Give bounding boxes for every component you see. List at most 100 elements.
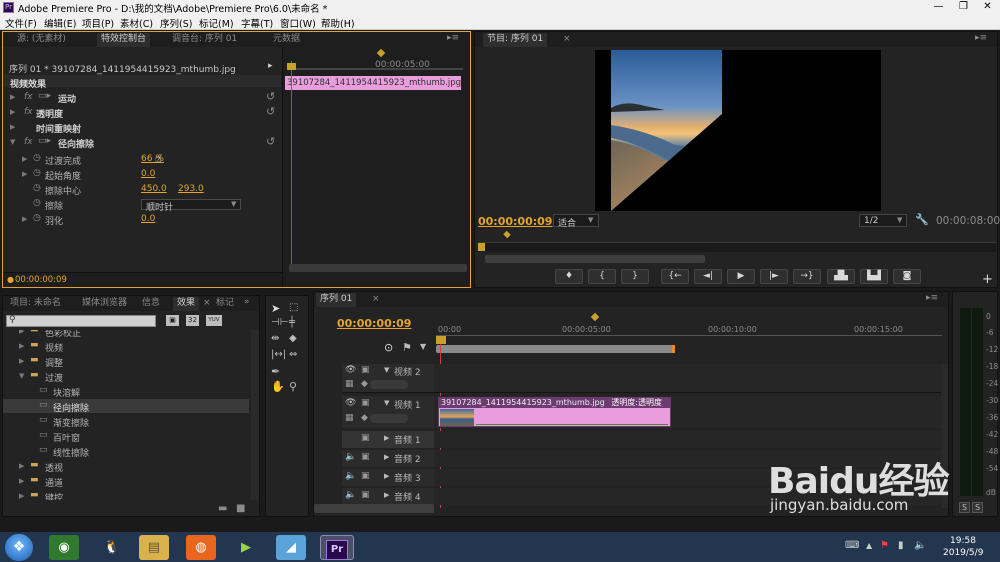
- tree-item-transition[interactable]: ▼ ▬ 过渡: [3, 369, 249, 384]
- tray-keyboard-icon[interactable]: ⌨: [845, 540, 859, 551]
- speaker-icon[interactable]: 🔈: [345, 490, 356, 500]
- tree-item-keying[interactable]: ▶ ▬ 键控: [3, 489, 249, 500]
- maximize-icon[interactable]: ❐: [951, 0, 976, 15]
- track-area-audio-1[interactable]: [434, 431, 942, 448]
- go-to-in-button[interactable]: {←: [661, 269, 689, 284]
- expand-arrow-icon[interactable]: ▶: [10, 108, 15, 116]
- reset-icon[interactable]: ↺: [266, 90, 275, 103]
- fx-badge[interactable]: fx: [24, 92, 33, 102]
- param-value[interactable]: 0.0: [141, 214, 155, 224]
- effects-search-input[interactable]: ⚲: [6, 315, 156, 327]
- wipe-direction-select[interactable]: 顺时针 ▼: [141, 199, 241, 213]
- lock-icon[interactable]: ▣: [361, 490, 370, 500]
- timeline-timecode[interactable]: 00:00:00:09: [337, 317, 411, 330]
- tab-metadata[interactable]: 元数据: [269, 33, 304, 47]
- expand-arrow-icon[interactable]: ▶: [384, 453, 389, 461]
- playhead-line[interactable]: [291, 61, 292, 269]
- tab-project[interactable]: 项目: 未命名: [6, 297, 65, 311]
- stopwatch-icon[interactable]: ◷: [33, 213, 41, 223]
- extract-button[interactable]: ▙▟: [860, 269, 888, 284]
- tab-program[interactable]: 节目: 序列 01: [483, 33, 548, 47]
- effect-clip-bar[interactable]: 39107284_1411954415923_mthumb.jpg: [285, 76, 461, 90]
- vertical-scrollbar[interactable]: [251, 330, 259, 500]
- track-area-video-2[interactable]: [434, 364, 942, 393]
- tab-sequence[interactable]: 序列 01: [316, 293, 357, 307]
- close-icon[interactable]: ✕: [975, 0, 1000, 15]
- stopwatch-icon[interactable]: ◷: [33, 153, 41, 163]
- marker-icon[interactable]: [503, 230, 511, 239]
- tree-item-video[interactable]: ▶ ▬ 视频: [3, 339, 249, 354]
- snap-icon[interactable]: ⊙: [384, 341, 393, 354]
- resolution-select[interactable]: 1/2 ▼: [859, 214, 907, 227]
- effect-row-radial-wipe[interactable]: ▼ fx ▭▸ 径向擦除 ↺: [4, 135, 281, 150]
- zoom-scrollbar[interactable]: [485, 255, 705, 263]
- zoom-tool-icon[interactable]: ⚲: [289, 380, 297, 393]
- app-icon[interactable]: ◢: [276, 535, 306, 560]
- export-frame-button[interactable]: ◙: [893, 269, 921, 284]
- work-area-marker-icon[interactable]: [376, 48, 386, 58]
- menu-clip[interactable]: 素材(C): [120, 16, 153, 30]
- selection-tool-icon[interactable]: ➤: [271, 302, 280, 315]
- stopwatch-icon[interactable]: ◷: [33, 168, 41, 178]
- effect-row-time-remap[interactable]: ▶ 时间重映射: [4, 120, 281, 135]
- param-value[interactable]: 0.0: [141, 169, 155, 179]
- expand-arrow-icon[interactable]: ▶: [384, 491, 389, 499]
- panel-menu-icon[interactable]: ▸≡: [975, 33, 987, 43]
- work-area-bar[interactable]: [436, 345, 674, 353]
- add-button-icon[interactable]: +: [982, 272, 993, 287]
- tree-item-linear-wipe[interactable]: ▭ 线性擦除: [3, 444, 249, 459]
- keyframe-icon[interactable]: ▦: [345, 379, 354, 389]
- eye-icon[interactable]: 👁: [345, 398, 356, 408]
- speaker-icon[interactable]: 🔈: [345, 471, 356, 481]
- menu-window[interactable]: 窗口(W): [280, 16, 316, 30]
- qq-icon[interactable]: 🐧: [97, 535, 127, 560]
- tab-source[interactable]: 源: (无素材): [13, 33, 70, 47]
- play-button[interactable]: ▶: [727, 269, 755, 284]
- tree-item-block-dissolve[interactable]: ▭ 块溶解: [3, 384, 249, 399]
- tree-item-radial-wipe[interactable]: ▭ 径向擦除: [3, 399, 249, 414]
- work-area-marker-icon[interactable]: [590, 312, 600, 322]
- tray-network-icon[interactable]: ▮: [898, 540, 904, 551]
- delete-icon[interactable]: ■: [236, 503, 245, 514]
- fx-badge[interactable]: fx: [24, 137, 33, 147]
- expand-arrow-icon[interactable]: ▶: [384, 434, 389, 442]
- keyframe-nav-icon[interactable]: ◆: [361, 413, 368, 423]
- panel-menu-icon[interactable]: ▸≡: [926, 293, 938, 303]
- accelerated-effects-icon[interactable]: ▣: [166, 315, 179, 326]
- keyframe-nav-icon[interactable]: ◆: [361, 379, 368, 389]
- solo-left-button[interactable]: S: [959, 502, 970, 513]
- tab-effect-controls[interactable]: 特效控制台: [97, 33, 151, 47]
- hand-tool-icon[interactable]: ✋: [271, 380, 285, 393]
- step-back-button[interactable]: ◄|: [694, 269, 722, 284]
- menu-project[interactable]: 项目(P): [82, 16, 114, 30]
- lock-icon[interactable]: ▣: [361, 433, 370, 443]
- expand-arrow-icon[interactable]: ▼: [384, 366, 389, 374]
- lock-icon[interactable]: ▣: [361, 398, 370, 408]
- wrench-icon[interactable]: 🔧: [915, 213, 929, 226]
- set-marker-icon[interactable]: ⚑: [402, 341, 412, 354]
- menu-sequence[interactable]: 序列(S): [160, 16, 192, 30]
- clock-time[interactable]: 19:58: [950, 536, 976, 546]
- speaker-icon[interactable]: 🔈: [345, 452, 356, 462]
- tab-effects[interactable]: 效果: [173, 297, 200, 311]
- stopwatch-icon[interactable]: ◷: [33, 198, 41, 208]
- program-playhead-icon[interactable]: [478, 243, 485, 251]
- panel-menu-icon[interactable]: ▸≡: [447, 33, 459, 43]
- ripple-edit-tool-icon[interactable]: ⊣⊢: [271, 317, 288, 328]
- effect-row-opacity[interactable]: ▶ fx 透明度 ↺: [4, 105, 281, 120]
- expand-arrow-icon[interactable]: ▶: [22, 170, 27, 178]
- effect-controls-timecode[interactable]: 00:00:00:09: [15, 275, 67, 285]
- browser-360-icon[interactable]: ◉: [49, 535, 79, 560]
- expand-arrow-icon[interactable]: ▶: [22, 155, 27, 163]
- reset-icon[interactable]: ↺: [266, 135, 275, 148]
- lock-icon[interactable]: ▣: [361, 452, 370, 462]
- menu-edit[interactable]: 编辑(E): [44, 16, 76, 30]
- rolling-edit-tool-icon[interactable]: ╪: [289, 317, 295, 328]
- tab-markers[interactable]: 标记: [212, 297, 238, 311]
- track-select-tool-icon[interactable]: ⬚: [289, 302, 298, 313]
- video-clip[interactable]: 39107284_1411954415923_mthumb.jpg 透明度:透明…: [438, 397, 671, 427]
- header-scrollbar[interactable]: [314, 504, 434, 513]
- minimize-icon[interactable]: —: [926, 0, 951, 15]
- tree-item-adjust[interactable]: ▶ ▬ 调整: [3, 354, 249, 369]
- expand-arrow-icon[interactable]: ▶: [10, 123, 15, 131]
